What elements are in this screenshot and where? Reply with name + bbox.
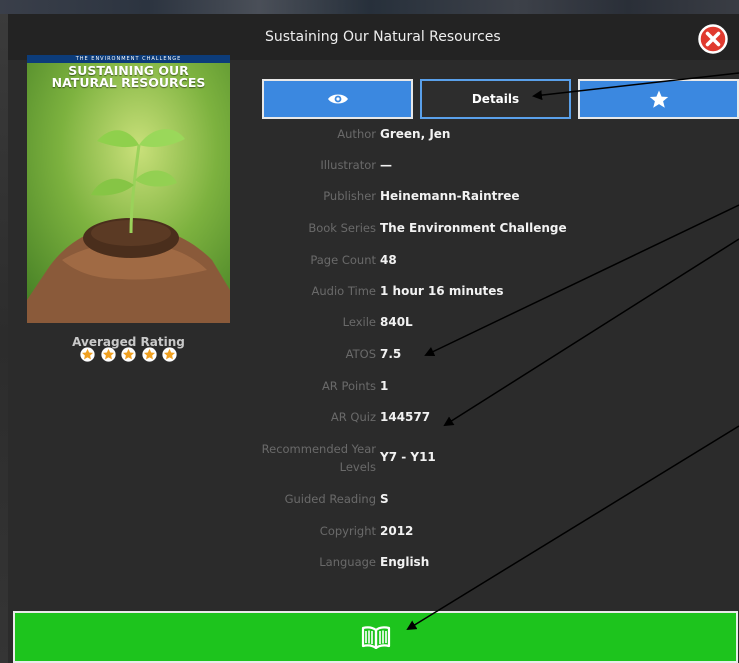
detail-key: AR Quiz xyxy=(330,410,376,424)
tab-favorite[interactable] xyxy=(578,79,739,119)
detail-key: Page Count xyxy=(310,253,376,267)
detail-key: Book Series xyxy=(308,221,376,235)
read-book-button[interactable] xyxy=(13,611,738,663)
detail-key: AR Points xyxy=(321,379,376,393)
rating-star-icon xyxy=(162,347,177,362)
detail-key: Publisher xyxy=(323,189,376,203)
detail-key: Recommended Year Levels xyxy=(261,442,376,474)
detail-key: Illustrator xyxy=(320,158,376,172)
detail-value: Heinemann-Raintree xyxy=(380,189,520,203)
dialog-header: Sustaining Our Natural Resources xyxy=(8,14,739,60)
detail-key: Copyright xyxy=(319,524,376,538)
rating-star-icon xyxy=(100,347,116,362)
detail-value: 1 hour 16 minutes xyxy=(380,284,504,298)
detail-value: Green, Jen xyxy=(380,127,451,141)
detail-value: — xyxy=(380,158,392,172)
star-icon xyxy=(649,90,668,108)
detail-value: 840L xyxy=(380,315,413,329)
dialog-title: Sustaining Our Natural Resources xyxy=(265,29,501,45)
cover-image xyxy=(27,55,230,323)
detail-value: 2012 xyxy=(380,524,414,538)
detail-key: Author xyxy=(337,127,376,141)
rating-star-icon xyxy=(80,347,95,362)
tab-details-label: Details xyxy=(471,92,520,106)
detail-key: Lexile xyxy=(342,315,376,329)
tab-preview[interactable] xyxy=(262,79,413,119)
detail-value: 144577 xyxy=(380,410,431,424)
rating-star-icon xyxy=(141,347,157,362)
detail-key: Language xyxy=(319,555,376,569)
background-edge xyxy=(0,14,8,663)
detail-value: Y7 - Y11 xyxy=(380,450,436,464)
background-strip xyxy=(0,0,739,14)
close-icon xyxy=(698,24,728,54)
detail-value: English xyxy=(380,555,430,569)
rating-star-icon xyxy=(121,347,136,362)
open-book-icon xyxy=(361,626,390,649)
detail-value: 48 xyxy=(380,253,397,267)
detail-key: ATOS xyxy=(345,347,376,361)
close-button[interactable] xyxy=(698,24,728,54)
detail-value: The Environment Challenge xyxy=(380,221,567,235)
cover-title: SUSTAINING OUR NATURAL RESOURCES xyxy=(51,63,206,90)
detail-value: 7.5 xyxy=(380,347,402,361)
tab-details[interactable]: Details xyxy=(420,79,571,119)
book-cover: THE ENVIRONMENT CHALLENGE SUSTAINING OUR… xyxy=(27,55,230,323)
eye-icon xyxy=(327,94,348,104)
detail-value: 1 xyxy=(380,379,389,393)
detail-key: Audio Time xyxy=(311,284,377,298)
detail-value: S xyxy=(380,492,389,506)
rating-stars xyxy=(80,347,180,363)
detail-key: Guided Reading xyxy=(284,492,376,506)
cover-series-band: THE ENVIRONMENT CHALLENGE xyxy=(27,55,230,63)
book-details-dialog: Sustaining Our Natural Resources THE ENV… xyxy=(8,14,739,663)
